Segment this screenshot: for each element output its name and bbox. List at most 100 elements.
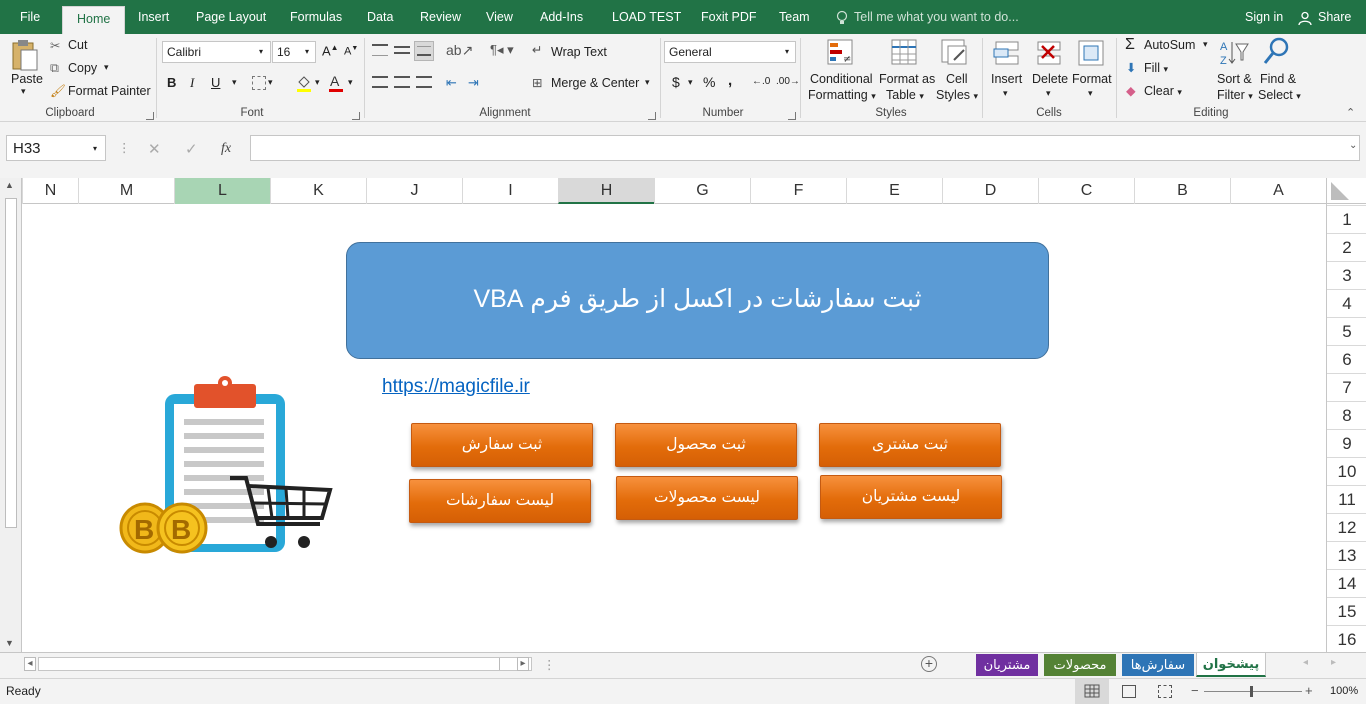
cancel-entry-icon[interactable]: ✕ [148, 140, 161, 158]
align-right-icon[interactable] [416, 76, 432, 88]
align-left-icon[interactable] [372, 76, 388, 88]
hscroll-thumb[interactable] [499, 658, 517, 670]
orientation-icon[interactable]: ab↗ [446, 42, 473, 59]
row-header[interactable]: 2 [1327, 233, 1366, 261]
alignment-launcher-icon[interactable] [648, 112, 656, 120]
rtl-direction-icon[interactable]: ¶◂ ▾ [490, 42, 514, 58]
autosum-dropdown-icon[interactable]: ▾ [1203, 39, 1208, 50]
scroll-right-icon[interactable]: ▸ [517, 657, 529, 671]
column-header[interactable]: I [462, 178, 558, 204]
row-header[interactable]: 5 [1327, 317, 1366, 345]
tab-foxit-pdf[interactable]: Foxit PDF [701, 0, 757, 34]
sort-filter-label-1[interactable]: Sort & [1217, 72, 1252, 86]
row-header[interactable]: 8 [1327, 401, 1366, 429]
font-name-select[interactable]: Calibri ▾ [162, 41, 271, 63]
zoom-slider[interactable] [1204, 686, 1302, 697]
select-all-corner[interactable] [1326, 178, 1366, 204]
collapse-ribbon-icon[interactable]: ⌃ [1346, 106, 1355, 119]
paste-button[interactable]: Paste [11, 72, 43, 86]
insert-cells-dropdown-icon[interactable]: ▾ [1003, 88, 1008, 99]
paste-icon[interactable] [10, 38, 40, 72]
align-bottom-icon[interactable] [414, 41, 434, 61]
conditional-formatting-icon[interactable]: ≠ [826, 38, 856, 68]
number-format-select[interactable]: General ▾ [664, 41, 796, 63]
confirm-entry-icon[interactable]: ✓ [185, 140, 198, 158]
normal-view-icon[interactable] [1075, 679, 1109, 704]
column-header[interactable]: F [750, 178, 846, 204]
tab-nav-prev-icon[interactable]: ◂ [1303, 657, 1308, 668]
currency-button[interactable]: $ [672, 74, 680, 90]
clear-button[interactable]: Clear ▾ [1144, 84, 1182, 98]
zoom-out-icon[interactable]: − [1191, 683, 1199, 698]
copy-dropdown-icon[interactable]: ▾ [104, 62, 109, 73]
row-header[interactable]: 13 [1327, 541, 1366, 569]
fill-color-icon[interactable] [296, 74, 312, 92]
column-header[interactable]: G [654, 178, 750, 204]
currency-dropdown-icon[interactable]: ▾ [688, 77, 693, 88]
scroll-down-icon[interactable]: ▼ [5, 638, 14, 648]
new-sheet-icon[interactable]: + [921, 656, 937, 672]
format-as-table-label-2[interactable]: Table ▾ [886, 88, 924, 102]
zoom-in-icon[interactable]: + [1305, 683, 1313, 698]
row-header[interactable]: 4 [1327, 289, 1366, 317]
column-header[interactable]: D [942, 178, 1038, 204]
cell-styles-label-2[interactable]: Styles ▾ [936, 88, 978, 102]
autosum-button[interactable]: AutoSum [1144, 38, 1195, 52]
grow-font-icon[interactable]: A▲ [322, 43, 339, 58]
tab-review[interactable]: Review [420, 0, 461, 34]
tab-formulas[interactable]: Formulas [290, 0, 342, 34]
tab-file[interactable]: File [20, 0, 40, 34]
format-painter-button[interactable]: Format Painter [68, 84, 151, 98]
register-order-button[interactable]: ثبت سفارش [411, 423, 593, 467]
find-select-label-1[interactable]: Find & [1260, 72, 1296, 86]
row-header[interactable]: 14 [1327, 569, 1366, 597]
list-customers-button[interactable]: لیست مشتریان [820, 475, 1002, 519]
italic-button[interactable]: I [190, 75, 194, 91]
website-link[interactable]: https://magicfile.ir [382, 376, 530, 398]
column-header[interactable]: B [1134, 178, 1230, 204]
conditional-formatting-label-1[interactable]: Conditional [810, 72, 873, 86]
cell-styles-icon[interactable] [940, 38, 970, 68]
format-cells-dropdown-icon[interactable]: ▾ [1088, 88, 1093, 99]
list-products-button[interactable]: لیست محصولات [616, 476, 798, 520]
formula-input[interactable]: ⌄ [250, 135, 1360, 161]
row-header[interactable]: 15 [1327, 597, 1366, 625]
sheet-tab-customers[interactable]: مشتریان [976, 654, 1038, 676]
format-as-table-label-1[interactable]: Format as [879, 72, 935, 86]
tab-nav-next-icon[interactable]: ▸ [1331, 657, 1336, 668]
row-header[interactable]: 11 [1327, 485, 1366, 513]
sheet-tab-products[interactable]: محصولات [1044, 654, 1116, 676]
insert-function-button[interactable]: fx [221, 141, 231, 157]
tab-home[interactable]: Home [62, 6, 126, 34]
align-middle-icon[interactable] [394, 46, 410, 54]
insert-cells-button[interactable]: Insert [991, 72, 1022, 86]
register-product-button[interactable]: ثبت محصول [615, 423, 797, 467]
tab-add-ins[interactable]: Add-Ins [540, 0, 583, 34]
format-as-table-icon[interactable] [890, 38, 920, 68]
horizontal-scrollbar[interactable] [38, 657, 532, 671]
sign-in-link[interactable]: Sign in [1245, 0, 1283, 34]
conditional-formatting-label-2[interactable]: Formatting ▾ [808, 88, 876, 102]
column-header[interactable]: A [1230, 178, 1326, 204]
delete-cells-icon[interactable] [1034, 38, 1064, 68]
row-header[interactable]: 16 [1327, 625, 1366, 652]
font-color-icon[interactable]: A [328, 73, 344, 93]
font-launcher-icon[interactable] [352, 112, 360, 120]
row-header[interactable]: 10 [1327, 457, 1366, 485]
borders-icon[interactable] [252, 76, 266, 90]
tab-page-layout[interactable]: Page Layout [196, 0, 266, 34]
tab-load-test[interactable]: LOAD TEST [612, 0, 681, 34]
tab-split-handle-icon[interactable]: ⋮ [543, 657, 556, 672]
register-customer-button[interactable]: ثبت مشتری [819, 423, 1001, 467]
sort-filter-label-2[interactable]: Filter ▾ [1217, 88, 1253, 102]
delete-cells-dropdown-icon[interactable]: ▾ [1046, 88, 1051, 99]
list-orders-button[interactable]: لیست سفارشات [409, 479, 591, 523]
zoom-slider-thumb[interactable] [1250, 686, 1253, 697]
column-header[interactable]: J [366, 178, 462, 204]
format-cells-button[interactable]: Format [1072, 72, 1112, 86]
font-size-select[interactable]: 16 ▾ [272, 41, 316, 63]
fill-button[interactable]: Fill ▾ [1144, 61, 1168, 75]
decrease-decimal-icon[interactable]: .00→ [776, 76, 800, 87]
underline-dropdown-icon[interactable]: ▾ [232, 77, 237, 88]
shrink-font-icon[interactable]: A▼ [344, 45, 358, 58]
